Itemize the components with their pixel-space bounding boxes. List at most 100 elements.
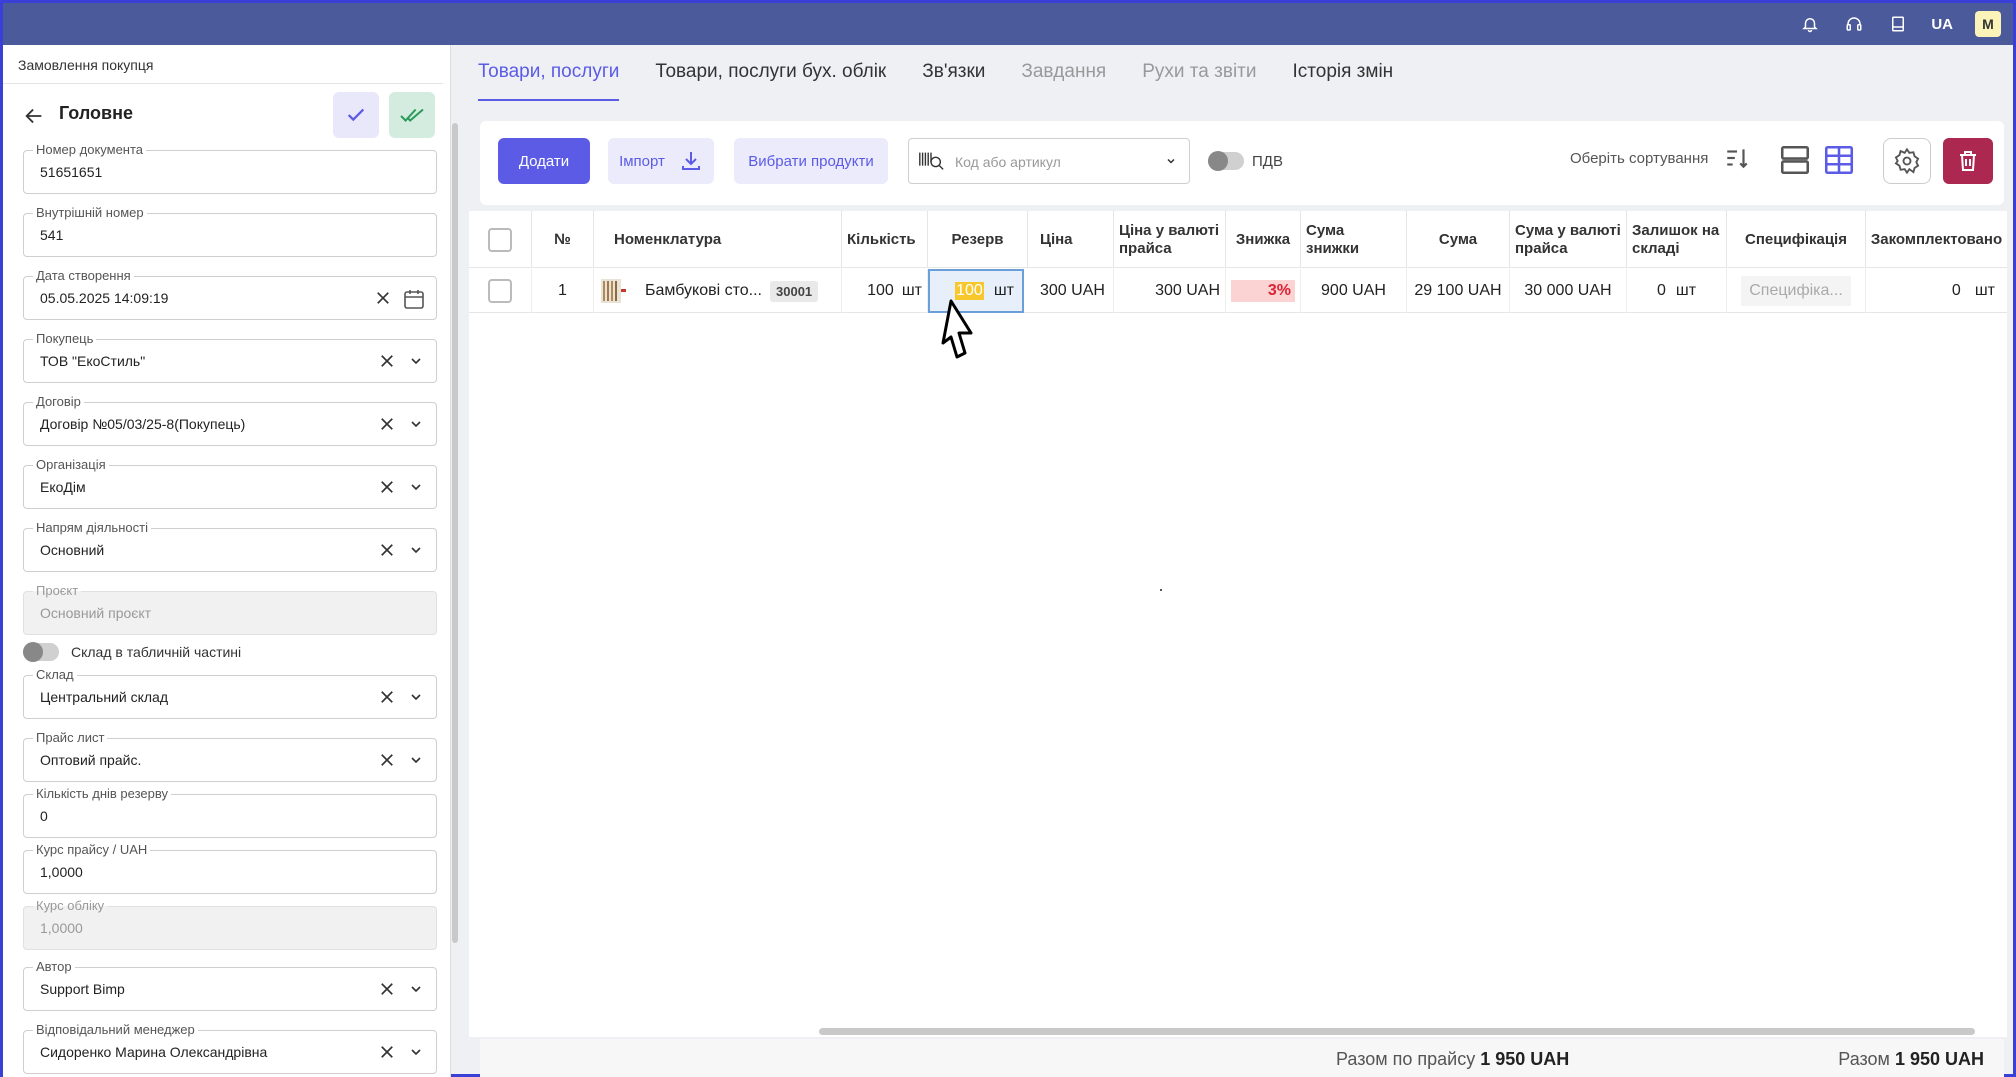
row-discount-cell[interactable]: 3% [1226, 269, 1301, 313]
assembled-value: 0 [1951, 282, 1961, 299]
chevron-down-icon[interactable] [408, 416, 424, 432]
header-price-currency[interactable]: Ціна у валюті прайса [1114, 211, 1226, 268]
chevron-down-icon[interactable] [408, 542, 424, 558]
header-sum[interactable]: Сума [1407, 211, 1510, 268]
clear-icon[interactable] [378, 478, 396, 496]
tab-history[interactable]: Історія змін [1292, 61, 1393, 101]
save-button[interactable] [333, 92, 379, 138]
clear-icon[interactable] [378, 751, 396, 769]
header-reserve[interactable]: Резерв [928, 211, 1028, 268]
sort-button[interactable]: Оберіть сортування [1570, 145, 1750, 171]
clear-icon[interactable] [378, 688, 396, 706]
row-qty-cell[interactable]: 100 шт [842, 269, 928, 313]
back-arrow-icon[interactable] [23, 105, 45, 127]
table-row[interactable]: 1 Бамбукові сто... 30001 100 шт 100 шт 3… [469, 269, 2007, 313]
row-sum-currency[interactable]: 30 000 UAH [1510, 269, 1627, 313]
chevron-down-icon[interactable] [1165, 155, 1177, 167]
field-label: Напрям діяльності [33, 520, 151, 536]
row-spec-cell[interactable]: Специфіка... [1727, 269, 1866, 313]
save-and-post-button[interactable] [389, 92, 435, 138]
chevron-down-icon[interactable] [408, 353, 424, 369]
field-label: Курс прайсу / UAH [33, 842, 151, 858]
field-label: Номер документа [33, 142, 147, 158]
direction-select[interactable]: Напрям діяльності Основний [23, 520, 437, 572]
totals-footer: Разом по прайсу 1 950 UAH Разом 1 950 UA… [480, 1039, 2004, 1077]
select-all-checkbox[interactable] [488, 227, 512, 252]
clear-icon[interactable] [378, 541, 396, 559]
chevron-down-icon[interactable] [408, 689, 424, 705]
sidebar-scrollbar[interactable] [452, 123, 458, 943]
field-value: ЕкоДім [40, 479, 86, 495]
header-stock[interactable]: Залишок на складі [1627, 211, 1727, 268]
clear-icon[interactable] [378, 1043, 396, 1061]
doc-number-field[interactable]: Номер документа 51651651 [23, 142, 437, 194]
table-horizontal-scrollbar[interactable] [819, 1028, 1975, 1035]
calendar-icon[interactable] [402, 287, 426, 311]
header-price[interactable]: Ціна [1028, 211, 1114, 268]
header-spec[interactable]: Специфікація [1727, 211, 1866, 268]
clear-icon[interactable] [378, 980, 396, 998]
total-label: Разом [1838, 1049, 1890, 1069]
tab-goods-services[interactable]: Товари, послуги [478, 61, 620, 101]
sort-icon [1727, 149, 1748, 169]
row-price[interactable]: 300 UAH [1028, 269, 1114, 313]
total: Разом 1 950 UAH [1838, 1049, 1984, 1070]
header-num: № [532, 211, 594, 268]
header-assembled[interactable]: Закомплектовано [1866, 211, 2007, 268]
row-name-cell[interactable]: Бамбукові сто... 30001 [594, 269, 842, 313]
field-value: 05.05.2025 14:09:19 [40, 290, 169, 306]
author-select[interactable]: Автор Support Bimp [23, 959, 437, 1011]
warehouse-select[interactable]: Склад Центральний склад [23, 667, 437, 719]
chevron-down-icon[interactable] [408, 479, 424, 495]
header-discount[interactable]: Знижка [1226, 211, 1301, 268]
warehouse-in-table-toggle[interactable] [23, 642, 59, 662]
clear-icon[interactable] [374, 289, 392, 307]
header-qty[interactable]: Кількість [842, 211, 928, 268]
manager-select[interactable]: Відповідальний менеджер Сидоренко Марина… [23, 1022, 437, 1074]
settings-button[interactable] [1883, 138, 1931, 184]
list-view-icon[interactable] [1778, 143, 1812, 177]
contract-select[interactable]: Договір Договір №05/03/25-8(Покупець) [23, 394, 437, 446]
grid-view-icon[interactable] [1822, 143, 1856, 177]
header-discount-sum[interactable]: Сума знижки [1301, 211, 1407, 268]
reserve-days-field[interactable]: Кількість днів резерву 0 [23, 786, 437, 838]
row-checkbox-cell [469, 269, 532, 313]
book-icon[interactable] [1887, 13, 1909, 35]
bell-icon[interactable] [1799, 13, 1821, 35]
delete-button[interactable] [1943, 138, 1993, 184]
price-rate-field[interactable]: Курс прайсу / UAH 1,0000 [23, 842, 437, 894]
header-name[interactable]: Номенклатура [594, 211, 842, 268]
field-label: Внутрішній номер [33, 205, 147, 221]
buyer-select[interactable]: Покупець ТОВ "ЕкоСтиль" [23, 331, 437, 383]
language-switcher[interactable]: UA [1931, 16, 1953, 33]
tab-goods-accounting[interactable]: Товари, послуги бух. облік [655, 61, 886, 101]
header-sum-currency[interactable]: Сума у валюті прайса [1510, 211, 1627, 268]
search-input[interactable]: Код або артикул [908, 138, 1190, 184]
organization-select[interactable]: Організація ЕкоДім [23, 457, 437, 509]
document-sidebar: Замовлення покупця Головне Номер докумен… [3, 45, 451, 1077]
headset-icon[interactable] [1843, 13, 1865, 35]
total-value: 1 950 UAH [1894, 1049, 1984, 1069]
import-button[interactable]: Імпорт [608, 138, 714, 184]
internal-number-field[interactable]: Внутрішній номер 541 [23, 205, 437, 257]
tab-tasks[interactable]: Завдання [1021, 61, 1106, 101]
tab-movements-reports[interactable]: Рухи та звіти [1142, 61, 1256, 101]
vat-toggle[interactable] [1208, 151, 1244, 171]
chevron-down-icon[interactable] [408, 981, 424, 997]
clear-icon[interactable] [378, 415, 396, 433]
row-price-currency[interactable]: 300 UAH [1114, 269, 1226, 313]
mouse-cursor-icon [941, 299, 973, 359]
row-discount-sum[interactable]: 900 UAH [1301, 269, 1407, 313]
chevron-down-icon[interactable] [408, 1044, 424, 1060]
tab-links[interactable]: Зв'язки [922, 61, 985, 101]
avatar[interactable]: M [1975, 11, 2001, 37]
created-date-field[interactable]: Дата створення 05.05.2025 14:09:19 [23, 268, 437, 320]
chevron-down-icon[interactable] [408, 752, 424, 768]
row-checkbox[interactable] [488, 279, 512, 303]
clear-icon[interactable] [378, 352, 396, 370]
price-list-select[interactable]: Прайс лист Оптовий прайс. [23, 730, 437, 782]
add-button[interactable]: Додати [498, 138, 590, 184]
choose-products-button[interactable]: Вибрати продукти [734, 138, 888, 184]
field-value: 51651651 [40, 164, 103, 180]
row-sum[interactable]: 29 100 UAH [1407, 269, 1510, 313]
